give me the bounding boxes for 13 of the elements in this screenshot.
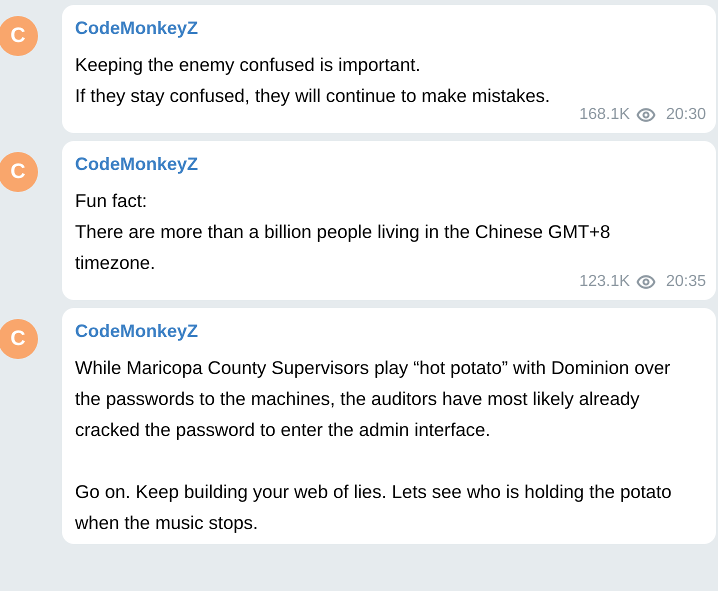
- message-text: Fun fact: There are more than a billion people living in the Chinese GMT+8 timezone.: [75, 189, 612, 274]
- message-time: 20:30: [666, 105, 706, 125]
- message-text: Keeping the enemy confused is important. If they stay confused, they will continue to make mistakes.: [75, 53, 552, 108]
- message-time: 20:35: [666, 272, 706, 292]
- author-name[interactable]: CodeMonkeyZ: [75, 320, 198, 342]
- eye-icon: [636, 105, 656, 125]
- message-text: Go on. Keep building your web of lies. Lets see who is holding the potato when the music stops.: [75, 480, 672, 535]
- message-text: While Maricopa County Supervisors play “hot potato” with Dominion over the passwords to the machines, the auditors have most likely already cracked the password to enter the admin interface.: [75, 356, 672, 442]
- view-count: 168.1K: [579, 105, 630, 125]
- author-name[interactable]: CodeMonkeyZ: [75, 153, 198, 175]
- view-count: 123.1K: [579, 272, 630, 292]
- eye-icon: [636, 272, 656, 292]
- author-name[interactable]: CodeMonkeyZ: [75, 17, 198, 39]
